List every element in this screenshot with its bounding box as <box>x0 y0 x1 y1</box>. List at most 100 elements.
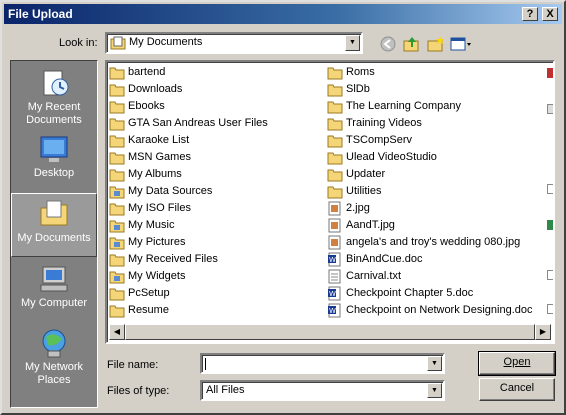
file-list-item[interactable]: TSCompServ <box>327 132 412 149</box>
look-in-dropdown[interactable]: My Documents ▼ <box>105 32 363 54</box>
open-button-label: Open <box>503 356 531 368</box>
file-list-item[interactable]: Ebooks <box>109 98 165 115</box>
file-list-item[interactable]: W Checkpoint Chapter 5.doc <box>327 285 473 302</box>
new-folder-icon[interactable] <box>426 35 446 53</box>
views-menu-icon[interactable] <box>450 35 474 53</box>
file-name: Utilities <box>346 185 382 197</box>
files-of-type-dropdown[interactable]: All Files ▼ <box>200 380 445 401</box>
file-list-item[interactable]: My Received Files <box>109 251 218 268</box>
place-my-documents[interactable]: My Documents <box>11 193 97 257</box>
file-list-item[interactable]: MSN Games <box>109 149 191 166</box>
file-list-item[interactable]: angela's and troy's wedding 080.jpg <box>327 234 520 251</box>
recent-documents-icon <box>43 70 69 96</box>
special-folder-icon <box>109 186 125 199</box>
horizontal-scrollbar[interactable]: ◀ ▶ <box>109 324 551 340</box>
word-document-icon: W <box>328 286 341 301</box>
place-network-places[interactable]: My Network Places <box>11 323 97 387</box>
place-label: My Recent Documents <box>26 101 82 126</box>
folder-icon <box>327 84 343 97</box>
partial-column <box>545 64 553 326</box>
up-folder-icon[interactable] <box>402 35 422 53</box>
file-name: My Received Files <box>128 253 218 265</box>
file-name: Karaoke List <box>128 134 190 146</box>
file-list-item[interactable]: My Widgets <box>109 268 185 285</box>
file-name: My ISO Files <box>128 202 191 214</box>
look-in-label: Look in: <box>59 37 98 49</box>
file-list-item[interactable]: Roms <box>327 64 375 81</box>
file-name: Training Videos <box>346 117 422 129</box>
file-list-item[interactable]: My Pictures <box>109 234 185 251</box>
close-button[interactable]: X <box>542 7 558 21</box>
folder-icon <box>327 118 343 131</box>
file-name: Checkpoint Chapter 5.doc <box>346 287 474 299</box>
file-list-item[interactable]: My Data Sources <box>109 183 212 200</box>
file-list-item[interactable]: Carnival.txt <box>327 268 401 285</box>
image-file-icon <box>328 201 341 216</box>
file-list-item[interactable]: Resume <box>109 302 169 319</box>
file-name: Ebooks <box>128 100 165 112</box>
place-label: Desktop <box>33 167 75 179</box>
image-file-icon <box>328 218 341 233</box>
file-name: Ulead VideoStudio <box>346 151 437 163</box>
file-list-item[interactable]: SlDb <box>327 81 370 98</box>
scroll-thumb[interactable] <box>125 324 535 340</box>
help-button[interactable]: ? <box>522 7 538 21</box>
file-name: MSN Games <box>128 151 191 163</box>
back-icon[interactable] <box>378 35 398 53</box>
file-list-item[interactable]: W Checkpoint on Network Designing.doc <box>327 302 533 319</box>
text-cursor <box>205 358 206 370</box>
file-name: AandT.jpg <box>346 219 395 231</box>
file-name-input[interactable]: ▼ <box>200 353 445 374</box>
file-name: Checkpoint on Network Designing.doc <box>346 304 533 316</box>
chevron-down-icon[interactable]: ▼ <box>427 356 442 371</box>
file-list-item[interactable]: Training Videos <box>327 115 422 132</box>
file-name: 2.jpg <box>346 202 370 214</box>
cancel-button[interactable]: Cancel <box>479 378 555 401</box>
folder-icon <box>327 152 343 165</box>
folder-icon <box>109 118 125 131</box>
folder-icon <box>327 67 343 80</box>
place-desktop[interactable]: Desktop <box>11 129 97 193</box>
file-list-item[interactable]: Utilities <box>327 183 381 200</box>
chevron-down-icon[interactable]: ▼ <box>345 35 360 51</box>
file-list-item[interactable]: bartend <box>109 64 165 81</box>
file-name: Updater <box>346 168 386 180</box>
file-list-item[interactable]: Ulead VideoStudio <box>327 149 437 166</box>
file-list-item[interactable]: My Albums <box>109 166 182 183</box>
scroll-left-button[interactable]: ◀ <box>109 324 125 340</box>
file-list-item[interactable]: 2.jpg <box>327 200 370 217</box>
file-name-label: File name: <box>107 359 159 371</box>
special-folder-icon <box>109 237 125 250</box>
file-list-item[interactable]: Downloads <box>109 81 182 98</box>
place-my-computer[interactable]: My Computer <box>11 259 97 323</box>
file-list[interactable]: bartend Downloads Ebooks GTA San Andreas Us… <box>105 60 555 344</box>
file-upload-dialog: File Upload ? X Look in: My Documents ▼ <box>0 0 566 415</box>
file-name: Downloads <box>128 83 183 95</box>
file-name: Roms <box>346 66 375 78</box>
my-computer-icon <box>40 266 68 292</box>
folder-icon <box>109 254 125 267</box>
file-list-item[interactable]: The Learning Company <box>327 98 461 115</box>
file-list-item[interactable]: AandT.jpg <box>327 217 395 234</box>
special-folder-icon <box>109 220 125 233</box>
files-of-type-label: Files of type: <box>107 385 170 397</box>
file-list-item[interactable]: PcSetup <box>109 285 170 302</box>
file-list-item[interactable]: Karaoke List <box>109 132 189 149</box>
file-list-item[interactable]: GTA San Andreas User Files <box>109 115 268 132</box>
folder-icon <box>109 84 125 97</box>
file-name: BinAndCue.doc <box>346 253 423 265</box>
desktop-icon <box>40 136 68 162</box>
file-list-item[interactable]: My Music <box>109 217 174 234</box>
file-list-item[interactable]: W BinAndCue.doc <box>327 251 422 268</box>
folder-icon <box>109 101 125 114</box>
folder-icon <box>327 135 343 148</box>
file-list-item[interactable]: My ISO Files <box>109 200 191 217</box>
file-list-item[interactable]: Updater <box>327 166 385 183</box>
folder-icon <box>109 152 125 165</box>
window-title: File Upload <box>8 7 73 21</box>
scroll-right-button[interactable]: ▶ <box>535 324 551 340</box>
file-name: Carnival.txt <box>346 270 402 282</box>
open-button[interactable]: Open <box>478 351 556 376</box>
chevron-down-icon[interactable]: ▼ <box>427 383 442 398</box>
place-recent-documents[interactable]: My Recent Documents <box>11 63 97 127</box>
